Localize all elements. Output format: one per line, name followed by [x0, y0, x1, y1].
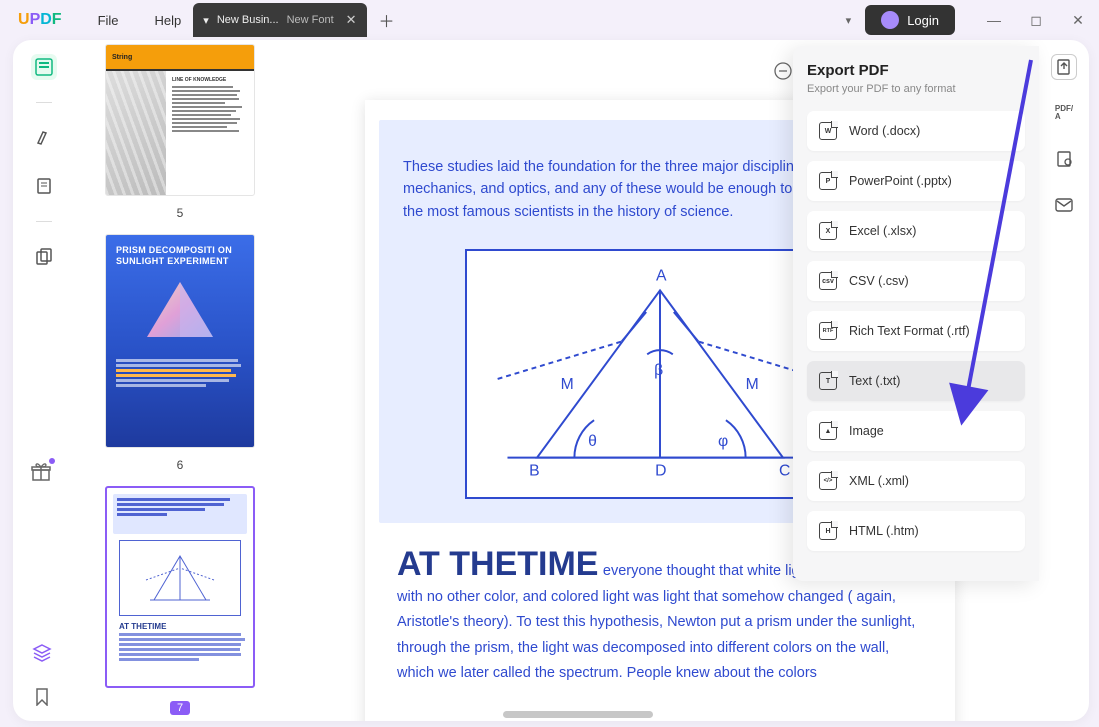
export-rtf[interactable]: RTFRich Text Format (.rtf) — [807, 311, 1025, 351]
svg-text:θ: θ — [588, 433, 597, 450]
export-text[interactable]: TText (.txt) — [807, 361, 1025, 401]
menu-help[interactable]: Help — [155, 13, 182, 28]
close-icon[interactable]: ✕ — [346, 12, 357, 28]
svg-text:β: β — [654, 362, 663, 379]
gift-icon[interactable] — [31, 462, 51, 487]
title-bar: UPDF File Help ▾ New Busin... New Font ✕… — [0, 0, 1099, 40]
new-tab-button[interactable]: ＋ — [373, 6, 401, 34]
tab-title: New Busin... — [217, 14, 279, 26]
mail-icon[interactable] — [1051, 192, 1077, 218]
thumbnail-7[interactable]: AT THETIME — [105, 486, 255, 688]
window-controls: — ◻ ✕ — [973, 2, 1099, 38]
excel-icon: X — [819, 222, 837, 240]
tab-bar: ▾ New Busin... New Font ✕ ＋ — [193, 3, 400, 37]
bottom-left-tools — [31, 643, 53, 711]
rtf-icon: RTF — [819, 322, 837, 340]
thumb-label-6: 6 — [85, 458, 275, 472]
thumbnail-panel[interactable]: String LINE OF KNOWLEDGE 5 PRISM DECOMPO… — [75, 40, 285, 721]
export-xml[interactable]: </>XML (.xml) — [807, 461, 1025, 501]
thumbnails-icon[interactable] — [31, 54, 57, 80]
word-icon: W — [819, 122, 837, 140]
svg-text:M: M — [746, 376, 759, 393]
html-icon: H — [819, 522, 837, 540]
svg-text:φ: φ — [718, 433, 728, 450]
thumbnail-6[interactable]: PRISM DECOMPOSITI ON SUNLIGHT EXPERIMENT — [105, 234, 255, 448]
export-icon[interactable] — [1051, 54, 1077, 80]
tab-subtitle: New Font — [287, 14, 334, 26]
highlight-icon[interactable] — [31, 125, 57, 151]
menu-file[interactable]: File — [98, 13, 119, 28]
export-image[interactable]: ▲Image — [807, 411, 1025, 451]
app-logo: UPDF — [0, 11, 80, 29]
export-title: Export PDF — [807, 62, 1025, 79]
export-csv[interactable]: csvCSV (.csv) — [807, 261, 1025, 301]
export-word[interactable]: WWord (.docx) — [807, 111, 1025, 151]
bookmark-icon[interactable] — [31, 688, 53, 711]
login-button[interactable]: Login — [865, 5, 955, 35]
export-panel: Export PDF Export your PDF to any format… — [793, 46, 1039, 581]
svg-text:C: C — [779, 463, 790, 480]
page-tool-icon[interactable] — [31, 173, 57, 199]
ppt-icon: P — [819, 172, 837, 190]
svg-text:B: B — [529, 463, 540, 480]
avatar-icon — [881, 11, 899, 29]
pdfa-icon[interactable]: PDF/A — [1051, 100, 1077, 126]
export-excel[interactable]: XExcel (.xlsx) — [807, 211, 1025, 251]
image-icon: ▲ — [819, 422, 837, 440]
zoom-out-button[interactable] — [774, 62, 792, 80]
svg-text:M: M — [561, 376, 574, 393]
thumb-label-5: 5 — [85, 206, 275, 220]
layers-icon[interactable] — [31, 643, 53, 668]
close-button[interactable]: ✕ — [1057, 2, 1099, 38]
xml-icon: </> — [819, 472, 837, 490]
main-menu: File Help — [98, 13, 182, 28]
horizontal-scrollbar[interactable] — [503, 711, 653, 718]
copy-icon[interactable] — [31, 244, 57, 270]
section-heading: AT THETIME — [397, 545, 598, 583]
left-toolbar — [13, 40, 75, 721]
minimize-button[interactable]: — — [973, 2, 1015, 38]
svg-text:A: A — [656, 268, 667, 285]
csv-icon: csv — [819, 272, 837, 290]
right-toolbar: PDF/A — [1039, 40, 1089, 721]
export-subtitle: Export your PDF to any format — [807, 83, 1025, 95]
thumbnail-5[interactable]: String LINE OF KNOWLEDGE — [105, 44, 255, 196]
chevron-down-icon[interactable]: ▾ — [846, 14, 852, 27]
workspace: String LINE OF KNOWLEDGE 5 PRISM DECOMPO… — [13, 40, 1089, 721]
export-html[interactable]: HHTML (.htm) — [807, 511, 1025, 551]
txt-icon: T — [819, 372, 837, 390]
ocr-icon[interactable] — [1051, 146, 1077, 172]
document-tab[interactable]: ▾ New Busin... New Font ✕ — [193, 3, 366, 37]
maximize-button[interactable]: ◻ — [1015, 2, 1057, 38]
export-powerpoint[interactable]: PPowerPoint (.pptx) — [807, 161, 1025, 201]
thumb-label-7: 7 — [170, 701, 190, 715]
svg-text:D: D — [655, 463, 666, 480]
